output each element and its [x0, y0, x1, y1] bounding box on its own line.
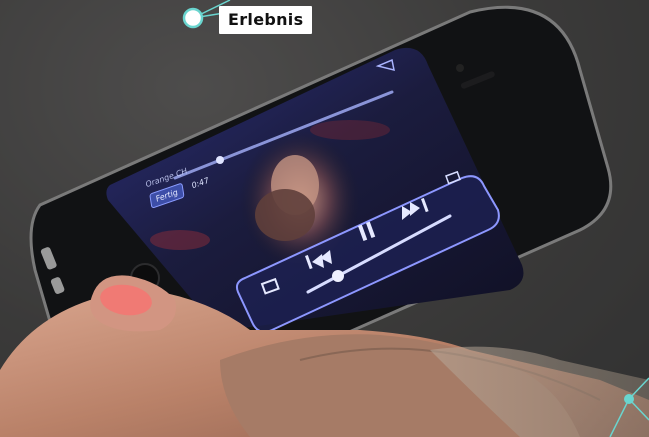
caption-label: Erlebnis — [219, 6, 313, 34]
node-icon — [624, 394, 634, 404]
node-icon — [182, 7, 204, 29]
photo-scene: Orange CH Fertig 0:47 Erlebnis — [0, 0, 649, 437]
photo-illustration — [0, 0, 649, 437]
